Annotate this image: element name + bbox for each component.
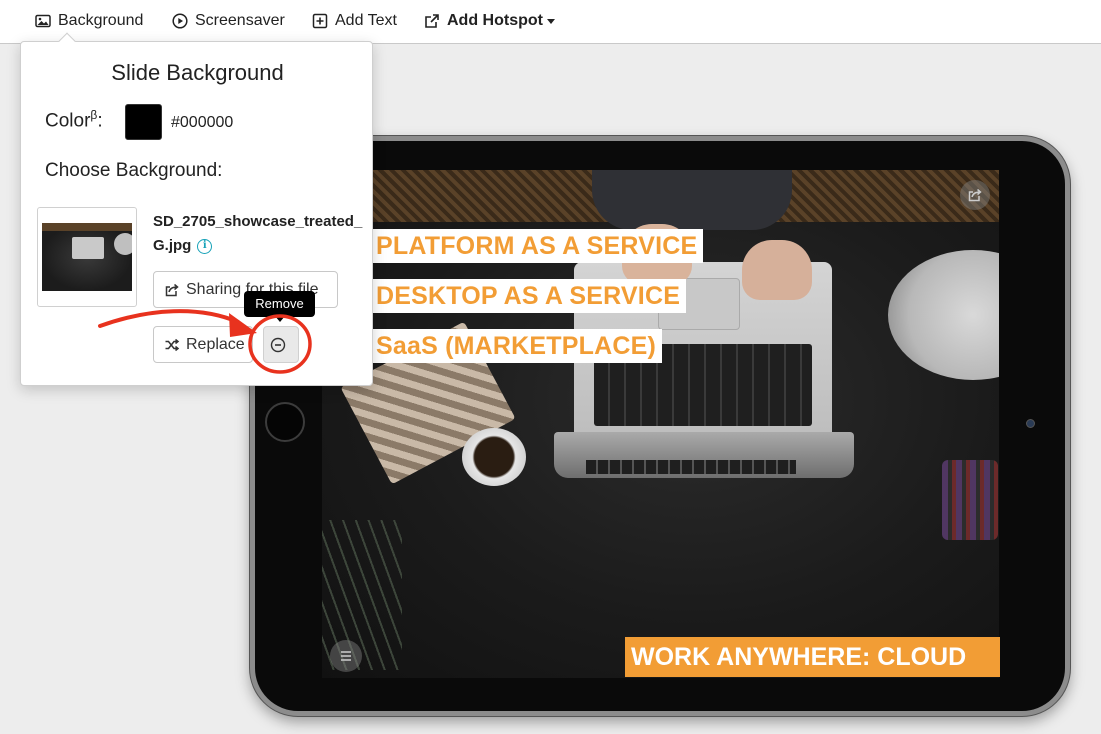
background-lamp: [888, 250, 999, 380]
info-icon[interactable]: i: [197, 238, 213, 254]
replace-button[interactable]: Replace: [153, 326, 253, 363]
background-thumbnail[interactable]: [37, 207, 137, 307]
screensaver-menu[interactable]: Screensaver: [172, 10, 285, 32]
color-label: Colorβ:: [45, 108, 103, 132]
share-icon[interactable]: [960, 180, 990, 210]
background-mug: [462, 428, 526, 486]
screensaver-menu-label: Screensaver: [195, 12, 285, 29]
add-hotspot-menu-label: Add Hotspot: [447, 12, 543, 29]
add-text-menu[interactable]: Add Text: [312, 10, 397, 32]
slide-menu-icon[interactable]: [330, 640, 362, 672]
color-hex-value: #000000: [171, 114, 234, 131]
shuffle-icon: [165, 338, 180, 351]
share-icon: [165, 283, 179, 296]
remove-tooltip: Remove: [244, 291, 315, 317]
toolbar: Background Screensaver Add Text Add Hots…: [0, 0, 1101, 44]
tooltip-arrow: [275, 316, 285, 322]
remove-button[interactable]: [263, 326, 299, 363]
background-menu-label: Background: [58, 12, 144, 29]
add-hotspot-menu[interactable]: Add Hotspot: [424, 10, 555, 32]
color-swatch[interactable]: [125, 104, 162, 140]
play-circle-icon: [172, 13, 188, 29]
background-person: [592, 170, 792, 230]
external-link-icon: [424, 13, 440, 29]
background-pens: [942, 460, 998, 540]
tablet-camera: [1026, 419, 1035, 428]
panel-title: Slide Background: [111, 60, 284, 85]
background-laptop-keys: [586, 460, 796, 474]
chevron-down-icon: [546, 19, 555, 24]
slide-text-saas[interactable]: SaaS (MARKETPLACE): [372, 329, 663, 363]
choose-background-label: Choose Background:: [45, 160, 223, 181]
tablet-home-button: [265, 402, 305, 442]
replace-button-label: Replace: [186, 335, 245, 353]
slide-text-platform[interactable]: PLATFORM AS A SERVICE: [372, 229, 704, 263]
image-icon: [35, 13, 51, 29]
slide-text-work-anywhere[interactable]: WORK ANYWHERE: CLOUD: [625, 637, 1000, 677]
minus-circle-icon: [270, 337, 286, 352]
add-text-menu-label: Add Text: [335, 12, 397, 29]
file-name: SD_2705_showcase_treated_G.jpg i: [153, 213, 363, 254]
background-menu[interactable]: Background: [35, 10, 143, 32]
slide-text-desktop[interactable]: DESKTOP AS A SERVICE: [372, 279, 687, 313]
plus-square-icon: [312, 13, 328, 29]
background-hand: [742, 240, 812, 300]
slide-background-panel: Slide Background Colorβ: #000000 Choose …: [20, 32, 373, 386]
thumbnail-image: [42, 223, 132, 291]
